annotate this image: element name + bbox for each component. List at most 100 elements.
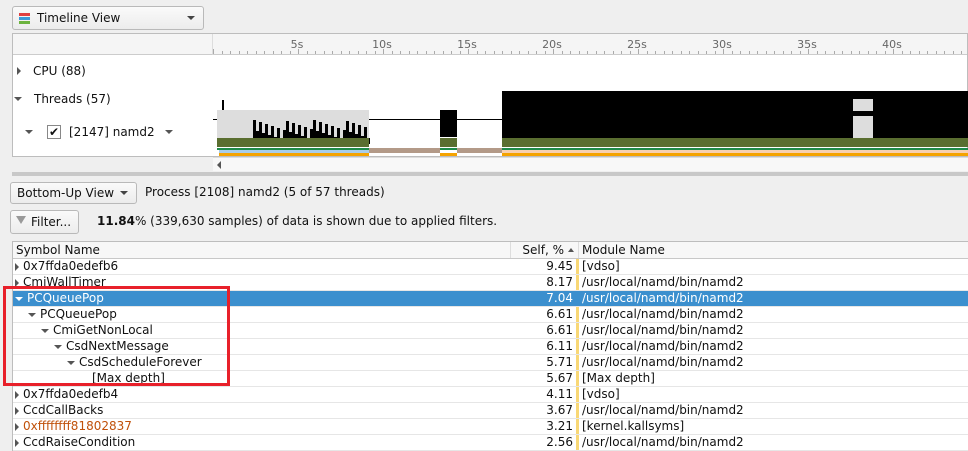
tick-label: 25s [627,38,647,51]
tick-mark [561,51,563,54]
symbol-cell: CcdCallBacks [13,403,511,418]
timeline-view-icon [19,12,30,24]
expand-arrow-icon[interactable] [15,390,19,399]
tick-mark [510,51,512,54]
tick-mark [910,51,911,54]
tick-mark [901,51,903,54]
timeline-row-cpu[interactable]: CPU (88) [13,64,86,78]
tick-mark [799,51,801,54]
timeline-row-threads[interactable]: Threads (57) [13,92,111,106]
tick-mark [519,51,520,54]
table-header: Symbol Name Self, % Module Name [13,242,968,259]
scroll-left-icon[interactable] [217,161,221,169]
filter-icon [16,216,26,224]
expand-arrow-icon[interactable] [15,406,19,415]
tick-mark [289,51,291,54]
timeline-row-thread[interactable]: ✔ [2147] namd2 [25,125,173,139]
filter-text: % (339,630 samples) of data is shown due… [134,214,498,228]
thread-activity [502,111,968,138]
self-cell: 8.17 [511,275,579,290]
thread-state [217,148,369,150]
self-cell: 4.11 [511,387,579,402]
collapse-arrow-icon[interactable] [14,97,22,101]
tick-mark [264,51,265,54]
tick-mark [689,51,690,54]
tick-mark [629,51,631,54]
tick-label: 35s [797,38,817,51]
tick-mark [332,51,333,54]
tick-mark [833,51,835,54]
module-cell: [kernel.kallsyms] [582,419,685,433]
tick-mark [323,51,325,54]
thread-checkbox[interactable]: ✔ [47,125,61,139]
table-row[interactable]: 0x7ffda0edefb6 9.45 [vdso] [13,259,968,275]
thread-cpu [219,150,369,153]
module-cell: /usr/local/namd/bin/namd2 [582,355,744,369]
tick-mark [723,49,724,54]
tick-mark [935,51,937,54]
module-cell: /usr/local/namd/bin/namd2 [582,307,744,321]
module-cell: /usr/local/namd/bin/namd2 [582,403,744,417]
tick-label: 30s [712,38,732,51]
tick-mark [544,51,546,54]
column-symbol-name[interactable]: Symbol Name [13,242,511,258]
expand-arrow-icon[interactable] [15,262,19,271]
column-self[interactable]: Self, % [511,242,579,258]
tick-mark [850,51,852,54]
tick-mark [434,51,435,54]
tick-mark [663,51,665,54]
tick-mark [680,51,682,54]
tick-mark [451,51,452,54]
tick-mark [400,51,401,54]
time-ruler[interactable]: 5s 10s 15s 20s 25s 30s 35s 40s [213,34,967,55]
horizontal-scrollbar[interactable] [213,157,968,171]
thread-state [217,138,369,147]
tick-mark [825,51,826,54]
view-selector[interactable]: Timeline View [12,6,204,30]
table-row[interactable]: 0x7ffda0edefb4 4.11 [vdso] [13,387,968,403]
tick-mark [315,51,316,54]
tick-label: 15s [457,38,477,51]
self-cell: 9.45 [511,259,579,274]
module-cell: /usr/local/namd/bin/namd2 [582,291,744,305]
column-module-name[interactable]: Module Name [579,242,968,258]
tick-mark [774,51,775,54]
process-label: Process [2108] namd2 (5 of 57 threads) [145,185,385,199]
tick-mark [876,51,877,54]
splitter[interactable] [12,172,968,176]
expand-arrow-icon[interactable] [17,67,21,75]
tick-mark [927,51,928,54]
timeline-graph[interactable] [213,56,968,156]
tick-mark [298,49,299,54]
self-cell: 2.56 [511,435,579,450]
self-cell: 5.71 [511,355,579,370]
self-cell: 7.04 [511,291,579,306]
tick-mark [612,51,614,54]
tick-mark [349,51,350,54]
tick-mark [306,51,308,54]
symbol-cell: 0xffffffff81802837 [13,419,511,434]
tick-mark [731,51,733,54]
collapse-arrow-icon[interactable] [25,130,33,134]
filter-button[interactable]: Filter... [10,210,79,234]
bottom-view-selector[interactable]: Bottom-Up View [10,182,137,204]
expand-arrow-icon[interactable] [15,438,19,447]
tick-mark [672,51,673,54]
module-cell: [vdso] [582,259,620,273]
table-row[interactable]: CcdRaiseCondition 2.56 /usr/local/namd/b… [13,435,968,451]
tick-mark [842,51,843,54]
tick-label: 5s [290,38,304,51]
table-row[interactable]: CcdCallBacks 3.67 /usr/local/namd/bin/na… [13,403,968,419]
tick-mark [893,49,894,54]
expand-arrow-icon[interactable] [15,422,19,431]
tick-mark [952,51,954,54]
symbol-cell: 0x7ffda0edefb4 [13,387,511,402]
thread-label: [2147] namd2 [69,125,155,139]
thread-menu-icon[interactable] [164,130,173,134]
tick-mark [272,51,274,54]
tick-mark [391,51,393,54]
table-row[interactable]: 0xffffffff81802837 3.21 [kernel.kallsyms… [13,419,968,435]
tick-mark [646,51,648,54]
tick-mark [961,51,962,54]
tick-mark [255,51,257,54]
